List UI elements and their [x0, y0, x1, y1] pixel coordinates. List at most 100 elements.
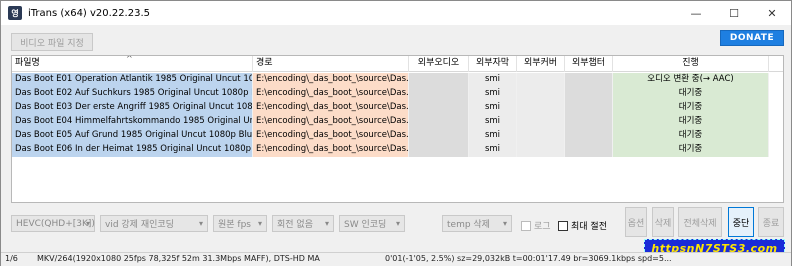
chevron-down-icon: ▾ — [85, 219, 90, 228]
fps-select-value: 원본 fps — [218, 220, 251, 230]
status-bar: 1/6 MKV/264(1920x1080 25fps 78,325f 52m … — [1, 252, 791, 266]
cell-filename: Das Boot E03 Der erste Angriff 1985 Orig… — [12, 101, 253, 115]
app-window: 영 iTrans (x64) v20.22.23.5 — ☐ ✕ 비디오 파일 … — [0, 0, 792, 266]
cell-external-subtitle: smi — [469, 143, 517, 157]
sort-ascending-icon: ^ — [126, 56, 133, 63]
cell-external-chapter — [565, 129, 613, 143]
encoder-select[interactable]: SW 인코딩 ▾ — [339, 215, 405, 232]
cell-path: E:\encoding\_das_boot_\source\Das... — [253, 101, 409, 115]
window-title: iTrans (x64) v20.22.23.5 — [28, 7, 150, 19]
file-list-table[interactable]: 파일명 ^ 경로 외부오디오 외부자막 외부커버 외부챕터 진행 Das Boo… — [11, 55, 784, 203]
table-row[interactable]: Das Boot E02 Auf Suchkurs 1985 Original … — [12, 87, 783, 101]
column-header-external-audio[interactable]: 외부오디오 — [409, 56, 469, 72]
status-page-counter: 1/6 — [5, 254, 18, 263]
table-header: 파일명 ^ 경로 외부오디오 외부자막 외부커버 외부챕터 진행 — [12, 56, 783, 72]
cell-external-subtitle: smi — [469, 87, 517, 101]
cell-external-cover — [517, 143, 565, 157]
cell-external-cover — [517, 73, 565, 87]
cell-external-audio — [409, 73, 469, 87]
cell-external-cover — [517, 129, 565, 143]
cell-external-subtitle: smi — [469, 73, 517, 87]
table-row[interactable]: Das Boot E01 Operation Atlantik 1985 Ori… — [12, 73, 783, 87]
column-header-external-subtitle[interactable]: 외부자막 — [469, 56, 517, 72]
cell-path: E:\encoding\_das_boot_\source\Das... — [253, 129, 409, 143]
temp-select[interactable]: temp 삭제 ▾ — [442, 215, 512, 232]
table-row[interactable]: Das Boot E03 Der erste Angriff 1985 Orig… — [12, 101, 783, 115]
cell-external-subtitle: smi — [469, 115, 517, 129]
cell-external-chapter — [565, 87, 613, 101]
cell-external-cover — [517, 87, 565, 101]
checkbox-box — [521, 220, 531, 231]
cell-progress: 대기중 — [613, 143, 769, 157]
power-save-checkbox-label: 최대 절전 — [571, 222, 607, 232]
close-icon[interactable]: ✕ — [753, 1, 791, 25]
chevron-down-icon: ▾ — [257, 219, 262, 228]
cell-progress: 대기중 — [613, 101, 769, 115]
status-progress-info: 0'01(-1'05, 2.5%) sz=29,032kB t=00:01'17… — [385, 254, 672, 263]
rotate-select-value: 회전 없음 — [277, 220, 313, 230]
cell-external-audio — [409, 87, 469, 101]
codec-select-value: HEVC(QHD+[3K]) — [16, 218, 95, 229]
delete-all-button[interactable]: 전체삭제 — [678, 207, 722, 237]
table-row[interactable]: Das Boot E05 Auf Grund 1985 Original Unc… — [12, 129, 783, 143]
chevron-down-icon: ▾ — [324, 219, 329, 228]
cell-external-audio — [409, 101, 469, 115]
cell-path: E:\encoding\_das_boot_\source\Das... — [253, 143, 409, 157]
cell-external-chapter — [565, 115, 613, 129]
title-bar[interactable]: 영 iTrans (x64) v20.22.23.5 — ☐ ✕ — [1, 1, 791, 25]
cell-external-audio — [409, 143, 469, 157]
encoder-select-value: SW 인코딩 — [344, 220, 387, 230]
log-checkbox-label: 로그 — [534, 222, 551, 232]
video-mode-select[interactable]: vid 강제 재인코딩 ▾ — [100, 215, 208, 232]
cell-external-subtitle: smi — [469, 129, 517, 143]
status-media-info: MKV/264(1920x1080 25fps 78,325f 52m 31.3… — [37, 254, 320, 263]
cell-filename: Das Boot E06 In der Heimat 1985 Original… — [12, 143, 253, 157]
cell-external-chapter — [565, 73, 613, 87]
chevron-down-icon: ▾ — [395, 219, 400, 228]
cell-external-audio — [409, 129, 469, 143]
video-mode-select-value: vid 강제 재인코딩 — [105, 220, 174, 230]
delete-button[interactable]: 삭제 — [652, 207, 674, 237]
cell-external-chapter — [565, 143, 613, 157]
cell-external-cover — [517, 101, 565, 115]
cell-progress: 대기중 — [613, 129, 769, 143]
options-button[interactable]: 옵션 — [625, 207, 647, 237]
app-logo-icon: 영 — [8, 6, 22, 20]
exit-button[interactable]: 종료 — [758, 207, 784, 237]
cell-external-chapter — [565, 101, 613, 115]
temp-select-value: temp 삭제 — [447, 220, 490, 230]
chevron-down-icon: ▾ — [502, 219, 507, 228]
cell-filename: Das Boot E04 Himmelfahrtskommando 1985 O… — [12, 115, 253, 129]
stop-button[interactable]: 중단 — [728, 207, 754, 237]
table-row[interactable]: Das Boot E06 In der Heimat 1985 Original… — [12, 143, 783, 157]
donate-button[interactable]: DONATE — [720, 30, 784, 46]
codec-select[interactable]: HEVC(QHD+[3K]) ▾ — [11, 215, 95, 232]
cell-path: E:\encoding\_das_boot_\source\Das... — [253, 73, 409, 87]
cell-external-audio — [409, 115, 469, 129]
column-header-external-cover[interactable]: 외부커버 — [517, 56, 565, 72]
cell-path: E:\encoding\_das_boot_\source\Das... — [253, 115, 409, 129]
maximize-icon[interactable]: ☐ — [715, 1, 753, 25]
column-header-path[interactable]: 경로 — [253, 56, 409, 72]
rotate-select[interactable]: 회전 없음 ▾ — [272, 215, 334, 232]
column-header-progress[interactable]: 진행 — [613, 56, 769, 72]
cell-external-subtitle: smi — [469, 101, 517, 115]
select-video-file-button[interactable]: 비디오 파일 지정 — [11, 33, 93, 51]
minimize-icon[interactable]: — — [677, 1, 715, 25]
cell-external-cover — [517, 115, 565, 129]
fps-select[interactable]: 원본 fps ▾ — [213, 215, 267, 232]
column-header-filename[interactable]: 파일명 ^ — [12, 56, 253, 72]
table-row[interactable]: Das Boot E04 Himmelfahrtskommando 1985 O… — [12, 115, 783, 129]
cell-progress: 대기중 — [613, 115, 769, 129]
cell-progress: 대기중 — [613, 87, 769, 101]
cell-progress: 오디오 변환 중(→ AAC) — [613, 73, 769, 87]
cell-filename: Das Boot E01 Operation Atlantik 1985 Ori… — [12, 73, 253, 87]
cell-path: E:\encoding\_das_boot_\source\Das... — [253, 87, 409, 101]
cell-filename: Das Boot E02 Auf Suchkurs 1985 Original … — [12, 87, 253, 101]
column-header-external-chapter[interactable]: 외부챕터 — [565, 56, 613, 72]
log-checkbox[interactable]: 로그 — [521, 219, 551, 232]
power-save-checkbox[interactable]: 최대 절전 — [558, 219, 607, 232]
cell-filename: Das Boot E05 Auf Grund 1985 Original Unc… — [12, 129, 253, 143]
column-header-label: 파일명 — [15, 58, 40, 68]
checkbox-box — [558, 220, 568, 231]
